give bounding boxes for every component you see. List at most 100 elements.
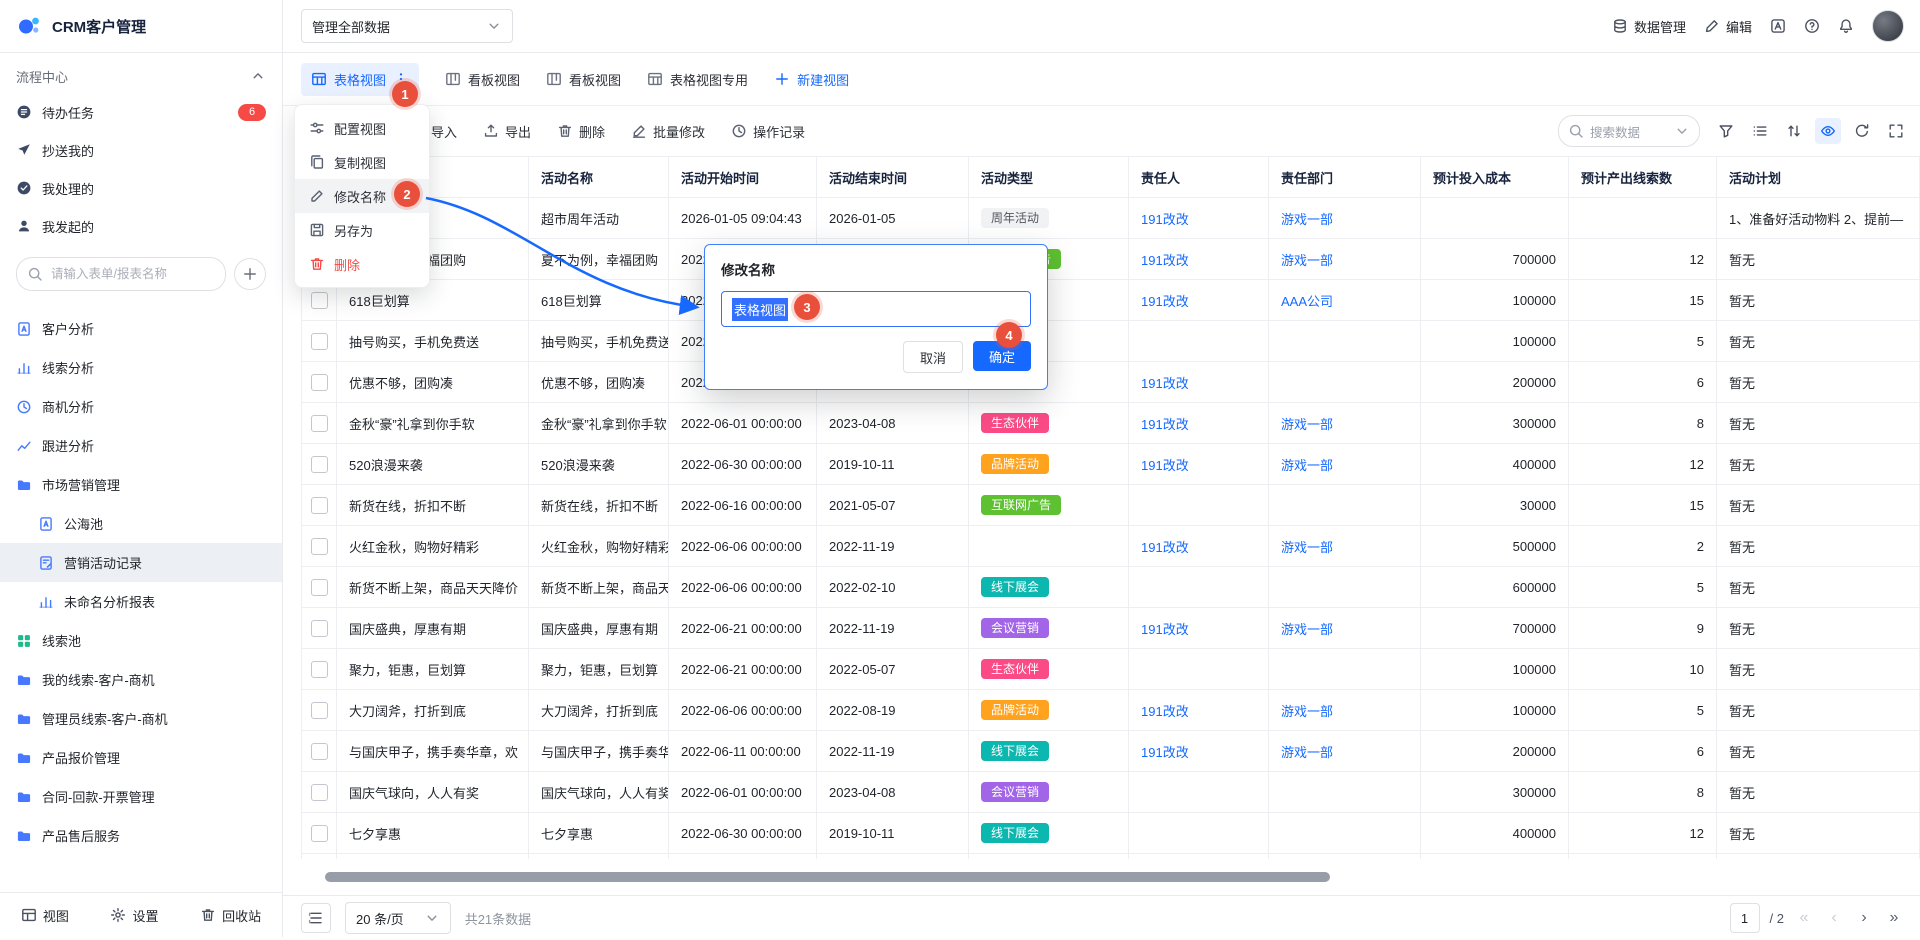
row-checkbox-cell[interactable] xyxy=(301,813,337,854)
table-row[interactable]: 金秋“豪”礼拿到你手软金秋“豪”礼拿到你手软2022-06-01 00:00:0… xyxy=(301,403,1920,444)
department-link[interactable]: 游戏一部 xyxy=(1281,209,1333,228)
toolbar-删除-button[interactable]: 删除 xyxy=(557,122,605,141)
sidebar-footer-回收站[interactable]: 回收站 xyxy=(200,906,261,925)
next-page-button[interactable]: › xyxy=(1854,909,1874,927)
row-checkbox-cell[interactable] xyxy=(301,649,337,690)
column-header-activity-name[interactable]: 活动名称 xyxy=(529,156,669,198)
toolbar-批量修改-button[interactable]: 批量修改 xyxy=(631,122,705,141)
row-checkbox[interactable] xyxy=(311,825,328,842)
sidebar-process-item[interactable]: 我处理的 xyxy=(0,169,282,207)
menu-item-删除[interactable]: 删除 xyxy=(295,247,429,281)
row-height-button[interactable] xyxy=(301,903,331,933)
avatar[interactable] xyxy=(1872,10,1904,42)
sidebar-item-线索池[interactable]: 线索池 xyxy=(0,621,282,660)
department-link[interactable]: 游戏一部 xyxy=(1281,250,1333,269)
table-row[interactable]: 聚力，钜惠，巨划算聚力，钜惠，巨划算2022-06-21 00:00:00202… xyxy=(301,649,1920,690)
row-checkbox-cell[interactable] xyxy=(301,321,337,362)
refresh-button[interactable] xyxy=(1854,123,1870,139)
fields-button[interactable] xyxy=(1752,123,1768,139)
row-checkbox-cell[interactable] xyxy=(301,608,337,649)
department-link[interactable]: 游戏一部 xyxy=(1281,537,1333,556)
sidebar-footer-视图[interactable]: 视图 xyxy=(21,906,69,925)
row-checkbox-cell[interactable] xyxy=(301,731,337,772)
menu-item-另存为[interactable]: 另存为 xyxy=(295,213,429,247)
edit-button[interactable]: 编辑 xyxy=(1704,17,1752,36)
row-checkbox-cell[interactable] xyxy=(301,526,337,567)
sidebar-item-营销活动记录[interactable]: 营销活动记录 xyxy=(0,543,282,582)
column-header-end-time[interactable]: 活动结束时间 xyxy=(817,156,969,198)
toolbar-导出-button[interactable]: 导出 xyxy=(483,122,531,141)
last-page-button[interactable]: » xyxy=(1884,909,1904,927)
sidebar-item-商机分析[interactable]: 商机分析 xyxy=(0,387,282,426)
sidebar-item-线索分析[interactable]: 线索分析 xyxy=(0,348,282,387)
sidebar-search-box[interactable] xyxy=(16,257,226,291)
owner-link[interactable]: 191改改 xyxy=(1141,455,1189,474)
row-checkbox[interactable] xyxy=(311,292,328,309)
table-row[interactable]: 520浪漫来袭520浪漫来袭2022-06-30 00:00:002019-10… xyxy=(301,444,1920,485)
row-checkbox[interactable] xyxy=(311,333,328,350)
sidebar-item-管理员线索-客户-商机[interactable]: 管理员线索-客户-商机 xyxy=(0,699,282,738)
owner-link[interactable]: 191改改 xyxy=(1141,537,1189,556)
sidebar-footer-设置[interactable]: 设置 xyxy=(110,906,158,925)
table-row[interactable]: 大刀阔斧，打折到底大刀阔斧，打折到底2022-06-06 00:00:00202… xyxy=(301,690,1920,731)
sidebar-item-产品报价管理[interactable]: 产品报价管理 xyxy=(0,738,282,777)
sidebar-item-未命名分析报表[interactable]: 未命名分析报表 xyxy=(0,582,282,621)
fullscreen-button[interactable] xyxy=(1888,123,1904,139)
row-checkbox-cell[interactable] xyxy=(301,403,337,444)
table-row[interactable]: 新货不断上架，商品天天降价新货不断上架，商品天天降价2022-06-06 00:… xyxy=(301,567,1920,608)
first-page-button[interactable]: « xyxy=(1794,909,1814,927)
table-row[interactable]: 与国庆甲子，携手奏华章，欢与国庆甲子，携手奏华章，欢2022-06-11 00:… xyxy=(301,731,1920,772)
sidebar-process-item[interactable]: 待办任务6 xyxy=(0,93,282,131)
table-row[interactable]: 618巨划算618巨划算2022-06-06 00:00:00191改改AAA公… xyxy=(301,280,1920,321)
scrollbar-thumb[interactable] xyxy=(325,872,1330,882)
page-size-select[interactable]: 20 条/页 xyxy=(345,902,451,934)
table-row[interactable]: 新货在线，折扣不断新货在线，折扣不断2022-06-16 00:00:00202… xyxy=(301,485,1920,526)
row-checkbox[interactable] xyxy=(311,415,328,432)
column-header-cost[interactable]: 预计投入成本 xyxy=(1421,156,1569,198)
row-checkbox[interactable] xyxy=(311,743,328,760)
view-tab-看板视图[interactable]: 看板视图 xyxy=(445,70,520,89)
sidebar-item-我的线索-客户-商机[interactable]: 我的线索-客户-商机 xyxy=(0,660,282,699)
column-header-department[interactable]: 责任部门 xyxy=(1269,156,1421,198)
column-header-start-time[interactable]: 活动开始时间 xyxy=(669,156,817,198)
column-header-owner[interactable]: 责任人 xyxy=(1129,156,1269,198)
table-row[interactable]: 夏不为例，幸福团购夏不为例，幸福团购2022-06-21 00:00:00互联网… xyxy=(301,239,1920,280)
translate-button[interactable] xyxy=(1770,18,1786,34)
toolbar-操作记录-button[interactable]: 操作记录 xyxy=(731,122,805,141)
owner-link[interactable]: 191改改 xyxy=(1141,742,1189,761)
sidebar-item-合同-回款-开票管理[interactable]: 合同-回款-开票管理 xyxy=(0,777,282,816)
table-row[interactable]: 国庆气球向，人人有奖国庆气球向，人人有奖2022-06-01 00:00:002… xyxy=(301,772,1920,813)
owner-link[interactable]: 191改改 xyxy=(1141,291,1189,310)
view-tab-新建视图[interactable]: 新建视图 xyxy=(774,70,849,89)
horizontal-scrollbar[interactable] xyxy=(283,859,1920,895)
row-checkbox[interactable] xyxy=(311,538,328,555)
column-header-leads[interactable]: 预计产出线索数 xyxy=(1569,156,1717,198)
view-tab-表格视图专用[interactable]: 表格视图专用 xyxy=(647,70,748,89)
menu-item-复制视图[interactable]: 复制视图 xyxy=(295,145,429,179)
sidebar-item-产品售后服务[interactable]: 产品售后服务 xyxy=(0,816,282,855)
menu-item-配置视图[interactable]: 配置视图 xyxy=(295,111,429,145)
row-checkbox[interactable] xyxy=(311,784,328,801)
data-scope-select[interactable]: 管理全部数据 xyxy=(301,9,513,43)
row-checkbox-cell[interactable] xyxy=(301,567,337,608)
notifications-button[interactable] xyxy=(1838,18,1854,34)
view-name-input[interactable]: 表格视图 xyxy=(721,291,1031,327)
sidebar-item-客户分析[interactable]: 客户分析 xyxy=(0,309,282,348)
column-header-plan[interactable]: 活动计划 xyxy=(1717,156,1920,198)
table-row[interactable]: 七夕享惠七夕享惠2022-06-30 00:00:002019-10-11线下展… xyxy=(301,813,1920,854)
department-link[interactable]: 游戏一部 xyxy=(1281,742,1333,761)
row-checkbox-cell[interactable] xyxy=(301,485,337,526)
row-checkbox-cell[interactable] xyxy=(301,444,337,485)
row-checkbox[interactable] xyxy=(311,661,328,678)
current-page-box[interactable]: 1 xyxy=(1730,903,1760,933)
data-manage-button[interactable]: 数据管理 xyxy=(1612,17,1686,36)
table-row[interactable]: 抽号购买，手机免费送抽号购买，手机免费送2022-06-16 00:00:001… xyxy=(301,321,1920,362)
department-link[interactable]: 游戏一部 xyxy=(1281,619,1333,638)
row-checkbox[interactable] xyxy=(311,374,328,391)
table-row[interactable]: 超市周年活动超市周年活动2026-01-05 09:04:432026-01-0… xyxy=(301,198,1920,239)
department-link[interactable]: AAA公司 xyxy=(1281,291,1333,310)
owner-link[interactable]: 191改改 xyxy=(1141,619,1189,638)
row-checkbox[interactable] xyxy=(311,620,328,637)
table-search-input[interactable]: 搜索数据 xyxy=(1558,115,1700,147)
owner-link[interactable]: 191改改 xyxy=(1141,209,1189,228)
